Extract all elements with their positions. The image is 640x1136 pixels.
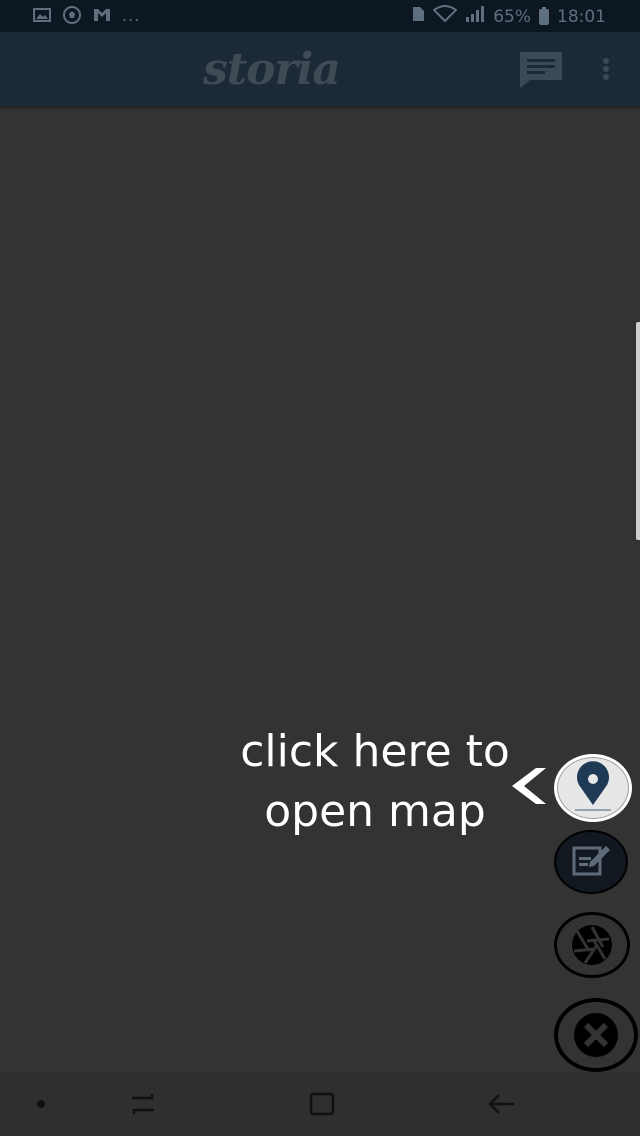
side-drawer-handle[interactable]	[636, 322, 640, 540]
back-icon[interactable]	[487, 1090, 517, 1118]
app-logo: storia	[203, 44, 341, 95]
clock: 18:01	[557, 6, 606, 27]
home-icon[interactable]	[307, 1090, 337, 1118]
status-bar: ... 65% 18:01	[0, 0, 640, 32]
overflow-dots: ...	[122, 5, 141, 25]
soccer-ball-icon	[62, 5, 82, 25]
system-icons: 65% 18:01	[411, 5, 606, 28]
camera-button[interactable]	[554, 912, 630, 978]
map-hint-text: click here to open map	[230, 722, 520, 842]
system-nav-bar	[0, 1072, 640, 1136]
chat-icon	[520, 52, 562, 88]
sim-icon	[411, 6, 425, 27]
more-vertical-icon	[603, 58, 609, 80]
hint-line-1: click here to	[240, 726, 510, 777]
close-button[interactable]	[554, 998, 638, 1072]
close-icon	[574, 1013, 618, 1057]
recent-apps-icon[interactable]	[128, 1090, 158, 1118]
gallery-icon	[32, 5, 52, 25]
more-options-button[interactable]	[596, 56, 616, 86]
wifi-icon	[432, 5, 458, 28]
chevron-left-icon	[510, 766, 550, 806]
location-pin-icon	[575, 761, 611, 811]
chat-button[interactable]	[518, 50, 564, 90]
battery-percent: 65%	[493, 6, 531, 27]
add-note-button[interactable]	[554, 830, 628, 894]
edit-note-icon	[572, 846, 610, 876]
battery-icon	[539, 6, 549, 25]
camera-shutter-icon	[572, 925, 612, 965]
dot-icon[interactable]	[26, 1090, 56, 1118]
gmail-icon	[92, 5, 112, 25]
signal-icon	[465, 6, 485, 27]
open-map-button[interactable]	[554, 754, 632, 822]
hint-line-2: open map	[264, 786, 486, 837]
notification-icons: ...	[32, 5, 140, 25]
